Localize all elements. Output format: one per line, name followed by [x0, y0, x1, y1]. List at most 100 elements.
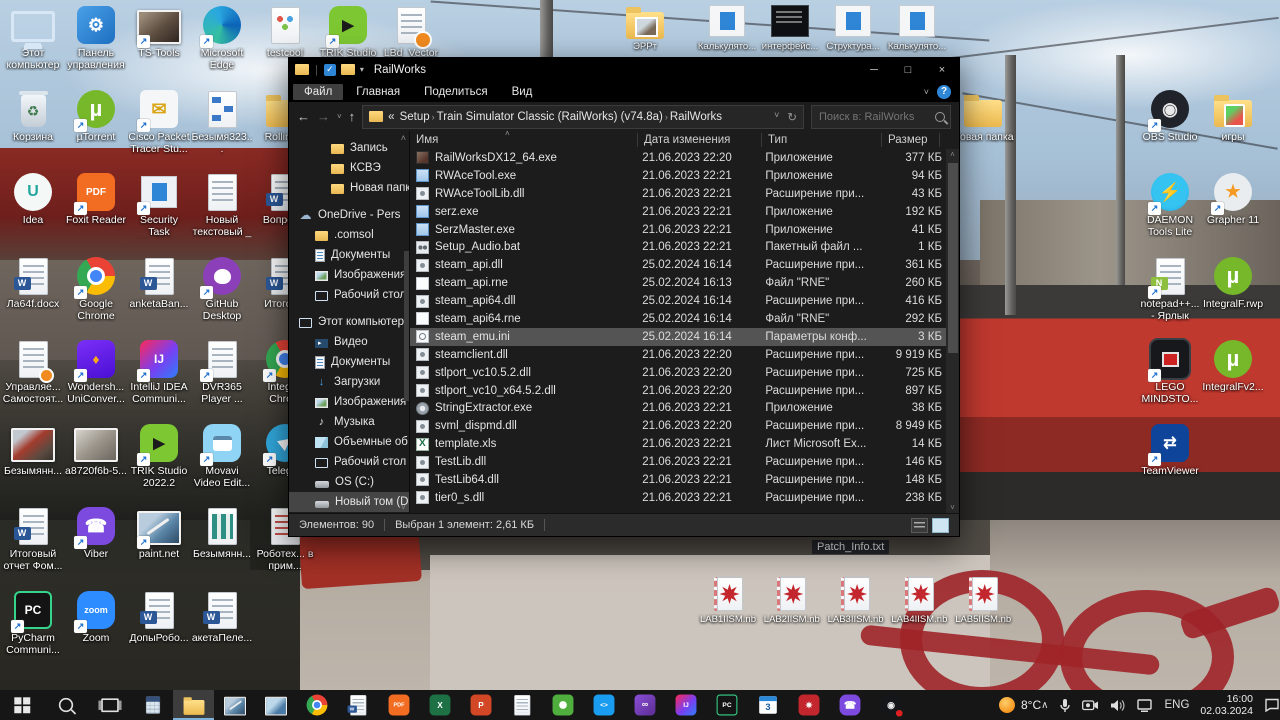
address-bar[interactable]: « Setup › Train Simulator Classic (RailWor… [362, 104, 804, 129]
taskbar-powerpoint-icon[interactable]: P [460, 690, 501, 720]
weather-widget[interactable]: 8°C [999, 697, 1041, 713]
desktop-icon-daemon[interactable]: ⚡ ↗ DAEMON Tools Lite [1139, 171, 1201, 238]
file-row[interactable]: steam_api.dll 25.02.2024 16:14 Расширение … [410, 256, 946, 274]
desktop-icon-mathematica-nb[interactable]: LAB4IISM.nb [888, 575, 950, 626]
desktop-icon-word[interactable]: W Ла64f.docx [2, 255, 64, 310]
nav-item-doc[interactable]: Документы [289, 352, 409, 372]
desktop-icon-github[interactable]: ↗ GitHub Desktop [191, 255, 253, 322]
taskbar-green-app-icon[interactable] [542, 690, 583, 720]
file-row[interactable]: steam_api64.rne 25.02.2024 16:14 Файл "RNE… [410, 310, 946, 328]
desktop-icon-mathematica-nb[interactable]: LAB5IISM.nb [952, 575, 1014, 626]
scroll-up-icon[interactable]: ˄ [950, 149, 955, 161]
breadcrumb-segment[interactable]: RailWorks [670, 111, 722, 123]
desktop-icon-chrome[interactable]: ↗ Google Chrome [65, 255, 127, 322]
file-row[interactable]: stlport_vc10_x64.5.2.dll 21.06.2023 22:20… [410, 382, 946, 400]
taskbar-task-view-icon[interactable] [88, 690, 132, 720]
network-icon[interactable] [1137, 698, 1153, 712]
column-header-3[interactable]: Размер [882, 133, 940, 147]
file-row[interactable]: StringExtractor.exe 21.06.2023 22:21 Прило… [410, 399, 946, 417]
camera-icon[interactable] [1082, 699, 1099, 711]
desktop-icon-doc-orange[interactable]: LBd_Vector [380, 4, 442, 59]
desktop-icon-notepadpp[interactable]: N ↗ notepad++... - Ярлык [1139, 255, 1201, 322]
desktop-icon-wondershare[interactable]: ♦ ↗ Wondersh... UniConver... [65, 338, 127, 405]
file-row[interactable]: serz.exe 21.06.2023 22:21 Приложение 192 КБ [410, 203, 946, 221]
nav-item-pictures[interactable]: Изображения [289, 265, 409, 285]
file-row[interactable]: RWAceToolLib.dll 21.06.2023 22:21 Расширен… [410, 185, 946, 203]
address-dropdown-caret-icon[interactable]: ˅ [774, 110, 779, 124]
desktop-icon-pycharm[interactable]: PC ↗ PyCharm Communi... [2, 589, 64, 656]
forward-button[interactable]: → [317, 109, 330, 124]
menu-tab-2[interactable]: Поделиться [413, 84, 499, 100]
menu-tab-1[interactable]: Главная [345, 84, 411, 100]
desktop-icon-word[interactable]: WanketaBan... [128, 255, 190, 310]
desktop-icon-movavi[interactable]: ↗ Movavi Video Edit... [191, 422, 253, 489]
nav-item-downloads[interactable]: ↓ Загрузки [289, 372, 409, 392]
nav-scrollbar[interactable] [404, 251, 409, 401]
breadcrumb-segment[interactable]: Train Simulator Classic (RailWorks) (v74… [437, 111, 663, 123]
desktop-icon-app-window[interactable]: Калькулято... [886, 2, 948, 53]
desktop-icon-paintnet[interactable]: ↗ paint.net [128, 505, 190, 560]
desktop-icon-obs[interactable]: ◉ ↗ OBS Studio [1139, 88, 1201, 143]
desktop-icon-viber[interactable]: ☎ ↗ Viber [65, 505, 127, 560]
microphone-icon[interactable] [1059, 698, 1071, 713]
taskbar-calendar-icon[interactable]: 3 [747, 690, 788, 720]
desktop-icon-folder-games[interactable]: игры [1202, 88, 1264, 143]
desktop-icon-folder-photo[interactable]: ЭРРт [614, 2, 676, 53]
file-row[interactable]: stlport_vc10.5.2.dll 21.06.2023 22:20 Расш… [410, 364, 946, 382]
taskbar-visual-studio-icon[interactable]: ∞ [624, 690, 665, 720]
desktop-icon-utorrent[interactable]: µ IntegralF.rwp [1202, 255, 1264, 310]
speaker-icon[interactable] [1110, 699, 1126, 712]
nav-item-cloud[interactable]: ☁ OneDrive - Pers [289, 205, 409, 225]
file-row[interactable]: steam_api64.dll 25.02.2024 16:14 Расширени… [410, 292, 946, 310]
file-row[interactable]: tier0_s.dll 21.06.2023 22:21 Расширение пр… [410, 489, 946, 507]
taskbar-obs-recording-icon[interactable]: ◉ [870, 690, 911, 720]
file-row[interactable]: RWAceTool.exe 21.06.2023 22:21 Приложение 9… [410, 167, 946, 185]
search-input[interactable] [817, 109, 935, 124]
thumbnails-view-button[interactable] [932, 517, 949, 533]
search-box[interactable] [811, 104, 951, 129]
action-center-icon[interactable] [1264, 698, 1280, 712]
taskbar-foxit-icon[interactable]: PDF [378, 690, 419, 720]
column-header-2[interactable]: Тип [762, 133, 882, 147]
desktop-icon-txt[interactable]: ↗ DVR365 Player ... [191, 338, 253, 405]
file-list-scrollbar[interactable]: ˄ ˅ [946, 149, 959, 514]
new-folder-qat-icon[interactable] [340, 64, 355, 75]
taskbar-notepad-icon[interactable] [501, 690, 542, 720]
desktop-icon-teamviewer[interactable]: ⇄ ↗ TeamViewer [1139, 422, 1201, 477]
desktop-icon-train-photo[interactable]: ↗ TS-Tools [128, 4, 190, 59]
desktop-icon-photo-person[interactable]: a8720f6b-5... [65, 422, 127, 477]
taskbar-calculator-icon[interactable] [132, 690, 173, 720]
file-row[interactable]: steam_api.rne 25.02.2024 16:13 Файл "RNE" 2… [410, 274, 946, 292]
taskbar-pycharm-icon[interactable]: PC [706, 690, 747, 720]
desktop-icon-excel-doc[interactable]: Безымянн... [191, 505, 253, 560]
recent-locations-caret-icon[interactable]: ˅ [337, 112, 342, 121]
nav-item-desktop[interactable]: Рабочий стол [289, 285, 409, 305]
properties-icon[interactable]: ✓ [323, 63, 336, 76]
desktop-icon-mathematica-nb[interactable]: LAB2IISM.nb [761, 575, 823, 626]
desktop-icon-utorrent[interactable]: µ ↗ µTorrent [65, 88, 127, 143]
desktop-icon-mathematica-nb[interactable]: LAB3IISM.nb [825, 575, 887, 626]
nav-item-pictures[interactable]: Изображения [289, 392, 409, 412]
desktop-icon-trik[interactable]: ▶ ↗ TRIK Studio [317, 4, 379, 59]
column-header-0[interactable]: Имя [410, 133, 638, 147]
back-button[interactable]: ← [297, 109, 310, 124]
details-view-button[interactable] [911, 517, 928, 533]
desktop-icon-doc-diagram[interactable]: Безымя323... [191, 88, 253, 155]
ribbon-expand-icon[interactable]: ˅ [924, 87, 929, 97]
help-icon[interactable]: ? [937, 84, 951, 99]
file-row[interactable]: TestLib64.dll 21.06.2023 22:21 Расширение … [410, 471, 946, 489]
desktop-icon-doc-list[interactable]: Управляе... Самостоят... [2, 338, 64, 405]
file-row[interactable]: template.xls 21.06.2023 22:21 Лист Microso… [410, 435, 946, 453]
desktop-icon-task-manager[interactable]: ↗Security Task Manager [128, 171, 190, 239]
desktop-icon-app-window[interactable]: Структура... [822, 2, 884, 53]
desktop-icon-app-window[interactable]: Калькулято... [696, 2, 758, 53]
nav-item-video[interactable]: Видео [289, 332, 409, 352]
nav-scroll-up-icon[interactable]: ˄ [401, 133, 406, 143]
desktop-icon-word[interactable]: W ДопыРобо... [128, 589, 190, 644]
taskbar-chrome-icon[interactable] [296, 690, 337, 720]
desktop-icon-foxit[interactable]: PDF ↗ Foxit Reader [65, 171, 127, 226]
taskbar-photos-icon[interactable] [255, 690, 296, 720]
desktop-icon-recycle-bin[interactable]: ♻ Корзина [2, 88, 64, 143]
desktop-icon-cisco[interactable]: ✉ ↗ Cisco Packet Tracer Stu... [128, 88, 190, 155]
tray-expand-icon[interactable]: ∧ [1041, 700, 1048, 711]
